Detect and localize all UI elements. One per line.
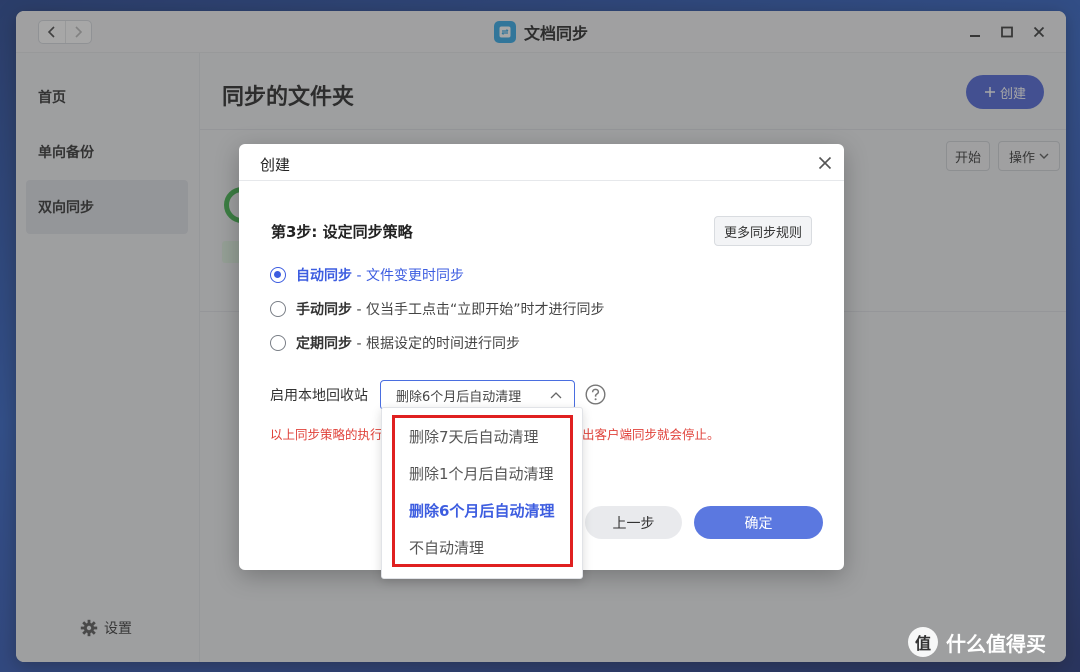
- recycle-bin-select[interactable]: 删除6个月后自动清理: [380, 380, 575, 410]
- dialog-title: 创建: [260, 156, 291, 174]
- option-desc: - 文件变更时同步: [356, 268, 464, 284]
- confirm-button[interactable]: 确定: [694, 506, 823, 539]
- more-rules-label: 更多同步规则: [723, 225, 802, 241]
- radio-button[interactable]: [270, 267, 286, 283]
- step-title: 第3步: 设定同步策略: [271, 223, 413, 241]
- option-desc: - 根据设定的时间进行同步: [356, 336, 520, 352]
- radio-button[interactable]: [270, 335, 286, 351]
- radio-auto-sync[interactable]: 自动同步 - 文件变更时同步: [270, 265, 464, 285]
- help-icon[interactable]: [585, 384, 606, 405]
- chevron-up-icon: [550, 392, 562, 399]
- dialog-header: 创建: [239, 144, 844, 181]
- radio-manual-sync[interactable]: 手动同步 - 仅当手工点击“立即开始”时才进行同步: [270, 299, 604, 319]
- option-desc: - 仅当手工点击“立即开始”时才进行同步: [356, 302, 605, 318]
- option-name: 手动同步: [296, 302, 352, 318]
- watermark: 值 什么值得买: [908, 627, 1046, 657]
- confirm-label: 确定: [744, 515, 773, 532]
- warning-text: 以上同步策略的执行: [270, 427, 383, 442]
- annotation-highlight-box: [392, 415, 573, 567]
- option-name: 自动同步: [296, 268, 352, 284]
- previous-step-label: 上一步: [612, 515, 655, 532]
- more-sync-rules-button[interactable]: 更多同步规则: [714, 216, 812, 246]
- select-value: 删除6个月后自动清理: [396, 389, 522, 405]
- previous-step-button[interactable]: 上一步: [585, 506, 682, 539]
- warning-text: 出客户端同步就会停止。: [582, 427, 720, 442]
- radio-scheduled-sync[interactable]: 定期同步 - 根据设定的时间进行同步: [270, 333, 520, 353]
- radio-button[interactable]: [270, 301, 286, 317]
- recycle-bin-label: 启用本地回收站: [270, 388, 368, 404]
- watermark-logo: 值: [908, 627, 938, 657]
- option-name: 定期同步: [296, 336, 352, 352]
- watermark-text: 什么值得买: [946, 631, 1046, 656]
- close-icon[interactable]: [818, 156, 832, 170]
